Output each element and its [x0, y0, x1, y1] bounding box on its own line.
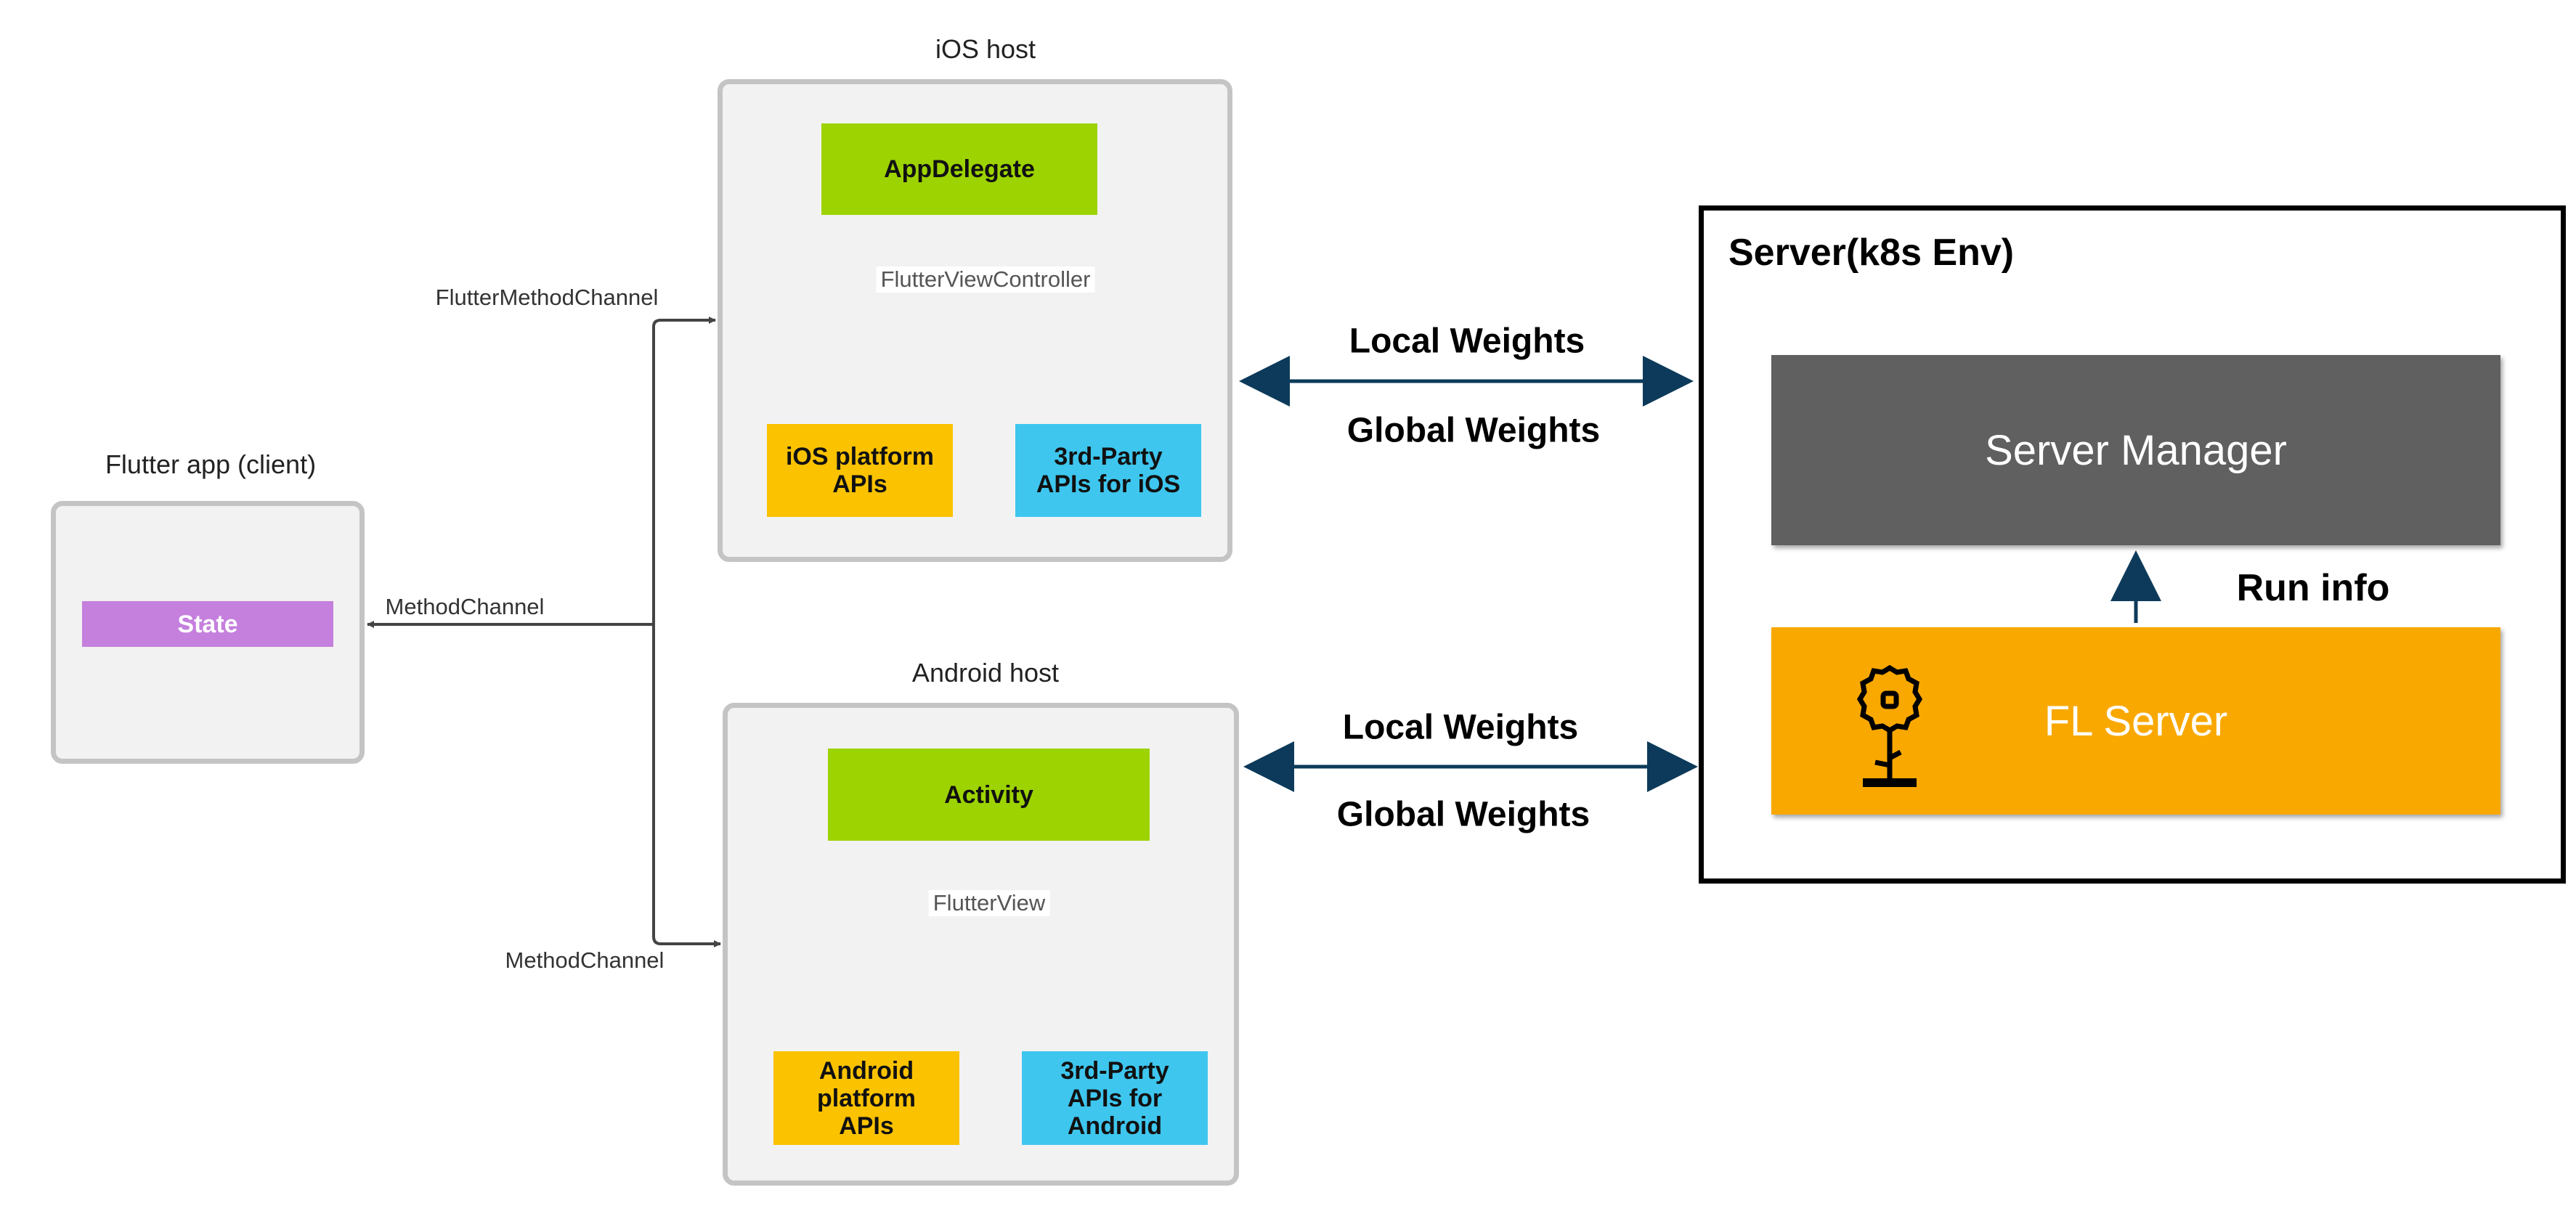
state-block: State	[82, 601, 333, 647]
appdelegate-block: AppDelegate	[821, 123, 1097, 215]
fl-server-label: FL Server	[2044, 697, 2228, 745]
server-manager-block: Server Manager	[1771, 355, 2500, 545]
client-title: Flutter app (client)	[105, 449, 317, 479]
android-third-party-apis-block: 3rd-Party APIs for Android	[1022, 1051, 1208, 1145]
architecture-diagram: Flutter app (client) State iOS host AppD…	[0, 0, 2576, 1211]
android-local-weights-label: Local Weights	[1342, 708, 1579, 747]
ios-connector-label: FlutterViewController	[876, 266, 1095, 293]
ios-local-weights-label: Local Weights	[1349, 322, 1585, 361]
android-connector-label: FlutterView	[928, 890, 1050, 916]
ios-third-party-apis-block: 3rd-Party APIs for iOS	[1015, 424, 1201, 517]
fl-server-block: FL Server	[1771, 627, 2500, 815]
android-global-weights-label: Global Weights	[1336, 795, 1590, 834]
android-channel-line	[652, 936, 721, 947]
android-platform-apis-block: Android platform APIs	[773, 1051, 959, 1145]
client-channel-label: MethodChannel	[381, 594, 549, 620]
ios-global-weights-label: Global Weights	[1346, 411, 1601, 450]
ios-platform-apis-block: iOS platform APIs	[767, 424, 953, 517]
ios-channel-label: FlutterMethodChannel	[431, 285, 663, 311]
ios-channel-line	[652, 317, 716, 327]
run-info-label: Run info	[2236, 567, 2390, 609]
android-host-title: Android host	[911, 658, 1060, 688]
android-channel-label: MethodChannel	[500, 947, 669, 974]
ios-host-title: iOS host	[935, 34, 1036, 64]
server-env-title: Server(k8s Env)	[1728, 232, 2015, 274]
activity-block: Activity	[828, 749, 1150, 841]
